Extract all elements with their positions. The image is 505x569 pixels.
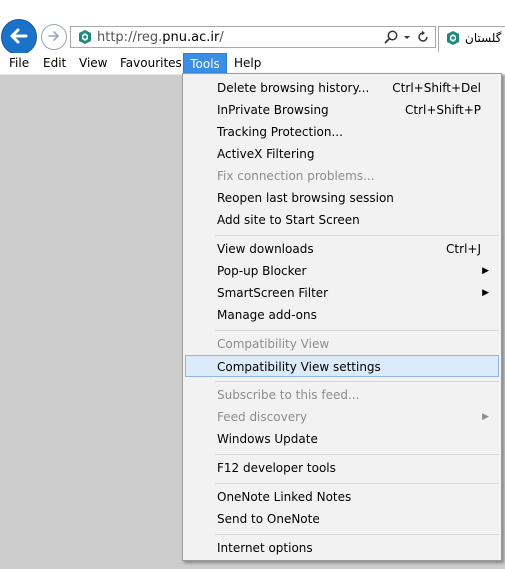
item-label: Send to OneNote	[217, 512, 320, 526]
url-host: pnu.ac.ir	[162, 30, 220, 45]
item-label: Compatibility View	[217, 337, 330, 351]
item-label: Internet options	[217, 541, 313, 555]
url-text[interactable]: http://reg.pnu.ac.ir/	[97, 30, 224, 45]
url-suffix: /	[219, 30, 224, 45]
menu-separator	[215, 381, 499, 382]
item-label: Delete browsing history...	[217, 81, 370, 95]
item-label: View downloads	[217, 242, 314, 256]
menu-windows-update[interactable]: Windows Update	[185, 428, 499, 450]
item-label: Fix connection problems...	[217, 169, 375, 183]
menu-tracking-protection[interactable]: Tracking Protection...	[185, 121, 499, 143]
item-label: F12 developer tools	[217, 461, 336, 475]
menu-view-downloads[interactable]: View downloads Ctrl+J	[185, 238, 499, 260]
menu-subscribe-to-feed: Subscribe to this feed...	[185, 384, 499, 406]
menu-fix-connection-problems: Fix connection problems...	[185, 165, 499, 187]
item-shortcut: Ctrl+Shift+P	[405, 103, 481, 117]
tab-title: گلستان	[465, 31, 502, 45]
url-prefix: http://reg.	[97, 30, 163, 45]
site-favicon-icon	[77, 29, 93, 45]
item-label: Subscribe to this feed...	[217, 388, 360, 402]
menu-tools[interactable]: Tools	[183, 53, 227, 74]
item-label: Manage add-ons	[217, 308, 317, 322]
menu-compatibility-view: Compatibility View	[185, 333, 499, 355]
menu-inprivate-browsing[interactable]: InPrivate Browsing Ctrl+Shift+P	[185, 99, 499, 121]
menu-separator	[215, 534, 499, 535]
menu-separator	[215, 454, 499, 455]
menu-smartscreen-filter[interactable]: SmartScreen Filter ▶	[185, 282, 499, 304]
menu-favourites[interactable]: Favourites	[114, 53, 188, 74]
menu-feed-discovery: Feed discovery ▶	[185, 406, 499, 428]
submenu-arrow-icon: ▶	[482, 288, 489, 298]
item-label: ActiveX Filtering	[217, 147, 315, 161]
menu-internet-options[interactable]: Internet options	[185, 537, 499, 559]
submenu-arrow-icon: ▶	[482, 412, 489, 422]
item-label: Windows Update	[217, 432, 318, 446]
menu-activex-filtering[interactable]: ActiveX Filtering	[185, 143, 499, 165]
menu-onenote-linked-notes[interactable]: OneNote Linked Notes	[185, 486, 499, 508]
menu-separator	[215, 483, 499, 484]
menu-manage-add-ons[interactable]: Manage add-ons	[185, 304, 499, 326]
item-shortcut: Ctrl+Shift+Del	[392, 81, 481, 95]
back-button[interactable]	[1, 19, 37, 55]
back-arrow-icon	[8, 25, 30, 50]
item-label: Add site to Start Screen	[217, 213, 360, 227]
menu-add-site-to-start-screen[interactable]: Add site to Start Screen	[185, 209, 499, 231]
search-icon[interactable]	[383, 29, 399, 45]
forward-arrow-icon	[46, 28, 62, 47]
chevron-down-icon[interactable]	[399, 29, 415, 45]
browser-tab[interactable]: گلستان	[438, 26, 505, 52]
item-label: Compatibility View settings	[217, 360, 381, 374]
item-label: Tracking Protection...	[217, 125, 343, 139]
item-label: OneNote Linked Notes	[217, 490, 352, 504]
menu-help[interactable]: Help	[228, 53, 267, 74]
item-label: InPrivate Browsing	[217, 103, 329, 117]
menu-separator	[215, 235, 499, 236]
menu-view[interactable]: View	[73, 53, 113, 74]
forward-button[interactable]	[41, 24, 67, 50]
item-shortcut: Ctrl+J	[446, 242, 481, 256]
item-label: Pop-up Blocker	[217, 264, 307, 278]
menu-separator	[215, 330, 499, 331]
item-label: Feed discovery	[217, 410, 308, 424]
menu-compatibility-view-settings[interactable]: Compatibility View settings	[185, 355, 499, 377]
item-label: Reopen last browsing session	[217, 191, 394, 205]
menu-reopen-last-session[interactable]: Reopen last browsing session	[185, 187, 499, 209]
menu-send-to-onenote[interactable]: Send to OneNote	[185, 508, 499, 530]
item-label: SmartScreen Filter	[217, 286, 329, 300]
refresh-icon[interactable]	[415, 29, 431, 45]
tools-dropdown-menu: Delete browsing history... Ctrl+Shift+De…	[182, 73, 502, 561]
menu-delete-browsing-history[interactable]: Delete browsing history... Ctrl+Shift+De…	[185, 77, 499, 99]
address-bar[interactable]: http://reg.pnu.ac.ir/	[70, 26, 436, 48]
menu-bar: File Edit View Favourites Tools Help	[0, 53, 505, 75]
menu-edit[interactable]: Edit	[37, 53, 72, 74]
menu-file[interactable]: File	[3, 53, 35, 74]
submenu-arrow-icon: ▶	[482, 266, 489, 276]
tab-favicon-icon	[445, 30, 461, 46]
menu-f12-developer-tools[interactable]: F12 developer tools	[185, 457, 499, 479]
browser-toolbar: http://reg.pnu.ac.ir/ گلستان	[0, 0, 505, 55]
menu-popup-blocker[interactable]: Pop-up Blocker ▶	[185, 260, 499, 282]
